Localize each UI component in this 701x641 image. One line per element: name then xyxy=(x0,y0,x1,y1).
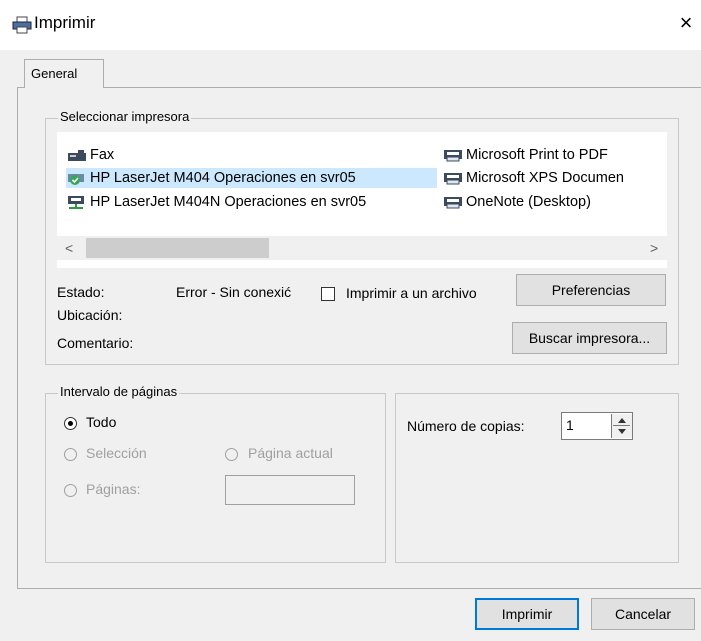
printer-name: Microsoft Print to PDF xyxy=(466,147,608,163)
radio-selection[interactable] xyxy=(64,448,77,461)
tab-general[interactable]: General xyxy=(24,59,104,88)
preferences-button[interactable]: Preferencias xyxy=(516,274,666,306)
copies-stepper[interactable]: 1 xyxy=(561,412,633,440)
network-printer-icon xyxy=(68,196,84,209)
printer-item-onenote[interactable]: OneNote (Desktop) xyxy=(442,192,591,212)
printer-name: Microsoft XPS Documen xyxy=(466,170,624,186)
radio-pages-label[interactable]: Páginas: xyxy=(86,481,140,497)
title-bar xyxy=(0,0,701,50)
scroll-right-icon[interactable]: > xyxy=(650,240,658,256)
spin-up-icon[interactable] xyxy=(617,416,627,424)
close-button[interactable]: × xyxy=(674,9,698,37)
status-value: Error - Sin conexić xyxy=(176,284,292,300)
printer-name: OneNote (Desktop) xyxy=(466,194,591,210)
printer-item-pdf[interactable]: Microsoft Print to PDF xyxy=(442,145,608,165)
radio-current-page-label[interactable]: Página actual xyxy=(248,445,333,461)
printer-name: Fax xyxy=(90,147,115,163)
print-button[interactable]: Imprimir xyxy=(475,598,579,630)
scrollbar-thumb[interactable] xyxy=(86,238,269,258)
pages-input[interactable] xyxy=(225,475,355,505)
spin-buttons[interactable] xyxy=(611,414,632,438)
radio-pages[interactable] xyxy=(64,484,77,497)
printer-name: HP LaserJet M404N Operaciones en svr05 xyxy=(90,194,367,210)
copies-value: 1 xyxy=(566,417,574,433)
printer-name: HP LaserJet M404 Operaciones en svr05 xyxy=(90,170,356,186)
page-range-label: Intervalo de páginas xyxy=(58,384,180,399)
radio-all[interactable] xyxy=(64,417,77,430)
print-to-file-label[interactable]: Imprimir a un archivo xyxy=(346,285,477,301)
scroll-left-icon[interactable]: < xyxy=(65,240,73,256)
printer-item-xps[interactable]: Microsoft XPS Documen xyxy=(442,168,667,188)
radio-current-page[interactable] xyxy=(225,448,238,461)
cancel-button[interactable]: Cancelar xyxy=(591,598,695,630)
location-label: Ubicación: xyxy=(57,307,123,323)
comment-label: Comentario: xyxy=(57,335,134,351)
radio-selection-label[interactable]: Selección xyxy=(86,445,147,461)
printer-item-hp-m404n[interactable]: HP LaserJet M404N Operaciones en svr05 xyxy=(66,192,366,212)
printer-item-fax[interactable]: Fax xyxy=(66,145,114,165)
printer-icon xyxy=(444,197,462,209)
printer-icon xyxy=(444,150,462,162)
spin-down-icon[interactable] xyxy=(617,428,627,436)
print-to-file-checkbox[interactable] xyxy=(321,287,335,301)
printer-item-hp-m404[interactable]: HP LaserJet M404 Operaciones en svr05 xyxy=(66,168,437,188)
default-printer-icon xyxy=(68,174,84,185)
copies-label: Número de copias: xyxy=(407,418,525,434)
printer-icon xyxy=(444,173,462,185)
panel-divider xyxy=(17,588,701,589)
fax-printer-icon xyxy=(68,150,86,161)
radio-all-label[interactable]: Todo xyxy=(86,414,116,430)
tab-label: General xyxy=(31,66,78,81)
close-icon: × xyxy=(679,10,693,35)
status-label: Estado: xyxy=(57,284,105,300)
find-printer-button[interactable]: Buscar impresora... xyxy=(512,322,667,354)
window-title: Imprimir xyxy=(34,13,96,32)
printer-icon xyxy=(12,16,32,34)
printer-group-label: Seleccionar impresora xyxy=(58,109,192,124)
